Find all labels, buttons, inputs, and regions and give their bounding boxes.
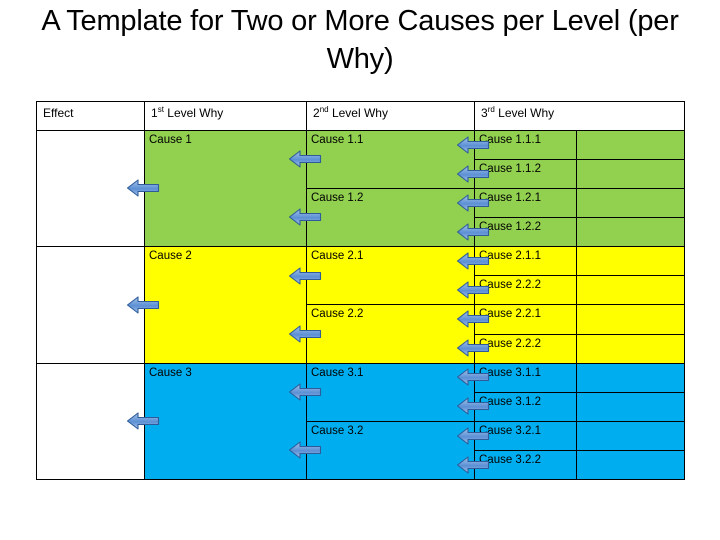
- header-label-level3: 3rd Level Why: [481, 105, 555, 120]
- level3-cell-3-1-1[interactable]: Cause 3.1.1: [474, 362, 577, 393]
- level1-cell-3[interactable]: Cause 3: [144, 362, 307, 481]
- level2-label: Cause 3.1: [311, 366, 364, 379]
- level2-cell-3-2[interactable]: Cause 3.2: [306, 420, 475, 481]
- level3-extra-cell-1-1-1[interactable]: [576, 129, 685, 161]
- level3-cell-1-2-1[interactable]: Cause 1.2.1: [474, 188, 577, 219]
- level2-label: Cause 3.2: [311, 424, 364, 437]
- slide-footer: EC LAB ® Enterprise Excellence: [0, 486, 720, 540]
- level3-label: Cause 3.2.1: [479, 424, 542, 437]
- ordinal-suffix-3: rd: [487, 105, 495, 114]
- level3-cell-2-2-1[interactable]: Cause 2.2.1: [474, 304, 577, 335]
- ordinal-suffix-1: st: [157, 105, 164, 114]
- level3-cell-1-1-1[interactable]: Cause 1.1.1: [474, 129, 577, 161]
- level3-label: Cause 1.2.1: [479, 192, 542, 205]
- header-label-effect: Effect: [43, 106, 74, 120]
- level2-label: Cause 1.1: [311, 134, 364, 146]
- level1-cell-2[interactable]: Cause 2: [144, 246, 307, 364]
- header-label-level1: 1st Level Why: [151, 105, 224, 120]
- header-cell-level3: 3rd Level Why: [474, 101, 685, 131]
- level2-cell-2-2[interactable]: Cause 2.2: [306, 304, 475, 364]
- header-label-level2: 2nd Level Why: [313, 105, 388, 120]
- level3-extra-cell-1-1-2[interactable]: [576, 159, 685, 190]
- level3-label: Cause 3.2.2: [479, 453, 542, 466]
- table-header-row: Effect 1st Level Why 2nd Level Why 3rd L…: [36, 101, 685, 131]
- slide-canvas: A Template for Two or More Causes per Le…: [0, 0, 720, 540]
- level3-label: Cause 2.2.1: [479, 308, 542, 321]
- effect-cell-1[interactable]: [36, 129, 145, 248]
- page-title: A Template for Two or More Causes per Le…: [41, 5, 679, 75]
- level1-label: Cause 2: [149, 250, 192, 263]
- level3-label: Cause 3.1.1: [479, 366, 542, 379]
- level1-cell-1[interactable]: Cause 1: [144, 129, 307, 248]
- level3-extra-cell-2-2-2[interactable]: [576, 333, 685, 364]
- level3-extra-cell-3-1-2[interactable]: [576, 391, 685, 422]
- level3-extra-cell-3-2-2[interactable]: [576, 449, 685, 481]
- header-cell-level1: 1st Level Why: [144, 101, 307, 131]
- header-cell-effect: Effect: [36, 101, 145, 131]
- level3-label: Cause 2.1.1: [479, 250, 542, 263]
- table-body: Cause 1 Cause 1.1 Cause 1.1.1 Cause 1.1.2 Ca…: [36, 129, 685, 481]
- level2-cell-3-1[interactable]: Cause 3.1: [306, 362, 475, 422]
- level3-extra-cell-3-2-1[interactable]: [576, 420, 685, 451]
- table-header: Effect 1st Level Why 2nd Level Why 3rd L…: [36, 101, 685, 131]
- level3-label: Cause 2.2.2: [479, 337, 542, 350]
- ordinal-suffix-2: nd: [319, 105, 329, 114]
- level3-cell-1-1-2[interactable]: Cause 1.1.2: [474, 159, 577, 190]
- level3-cell-3-2-1[interactable]: Cause 3.2.1: [474, 420, 577, 451]
- level3-extra-cell-1-2-1[interactable]: [576, 188, 685, 219]
- header-cell-level2: 2nd Level Why: [306, 101, 475, 131]
- level3-label: Cause 1.1.1: [479, 134, 542, 146]
- level3-label: Cause 1.1.2: [479, 163, 542, 176]
- level3-label: Cause 2.2.2: [479, 279, 542, 292]
- level1-label: Cause 1: [149, 134, 192, 146]
- level3-extra-cell-2-2-1[interactable]: [576, 304, 685, 335]
- table-row: Cause 1 Cause 1.1 Cause 1.1.1: [36, 129, 685, 248]
- level3-cell-3-2-2[interactable]: Cause 3.2.2: [474, 449, 577, 481]
- level2-label: Cause 1.2: [311, 192, 364, 205]
- level3-label: Cause 1.2.2: [479, 221, 542, 234]
- level3-cell-1-2-2[interactable]: Cause 1.2.2: [474, 217, 577, 248]
- level3-extra-cell-1-2-2[interactable]: [576, 217, 685, 248]
- level2-label: Cause 2.2: [311, 308, 364, 321]
- level3-extra-cell-2-1-1[interactable]: [576, 246, 685, 277]
- level3-extra-cell-3-1-1[interactable]: [576, 362, 685, 393]
- level3-cell-2-1-1[interactable]: Cause 2.1.1: [474, 246, 577, 277]
- cause-matrix-table: Effect 1st Level Why 2nd Level Why 3rd L…: [36, 101, 685, 481]
- level3-extra-cell-2-1-2[interactable]: [576, 275, 685, 306]
- level1-label: Cause 3: [149, 366, 192, 379]
- level3-cell-3-1-2[interactable]: Cause 3.1.2: [474, 391, 577, 422]
- level2-cell-2-1[interactable]: Cause 2.1: [306, 246, 475, 306]
- level2-label: Cause 2.1: [311, 250, 364, 263]
- level2-cell-1-1[interactable]: Cause 1.1: [306, 129, 475, 190]
- level3-cell-2-1-2[interactable]: Cause 2.2.2: [474, 275, 577, 306]
- level2-cell-1-2[interactable]: Cause 1.2: [306, 188, 475, 248]
- table-row: Cause 2 Cause 2.1 Cause 2.1.1: [36, 246, 685, 364]
- table-row: Cause 3 Cause 3.1 Cause 3.1.1: [36, 362, 685, 481]
- effect-cell-2[interactable]: [36, 246, 145, 364]
- level3-label: Cause 3.1.2: [479, 395, 542, 408]
- effect-cell-3[interactable]: [36, 362, 145, 481]
- level3-cell-2-2-2[interactable]: Cause 2.2.2: [474, 333, 577, 364]
